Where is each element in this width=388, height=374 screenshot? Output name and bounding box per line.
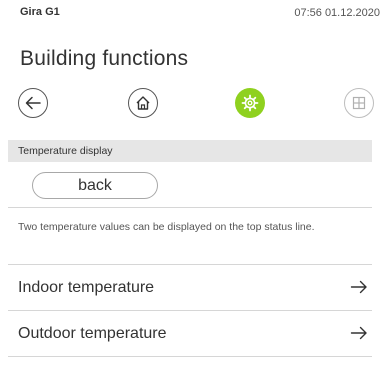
- status-time-date: 07:56 01.12.2020: [294, 7, 380, 19]
- arrow-left-icon: [25, 96, 41, 110]
- status-bar: Gira G1 07:56 01.12.2020: [8, 0, 380, 28]
- nav-grid-button[interactable]: [344, 88, 374, 118]
- gear-icon: [241, 94, 259, 112]
- grid-icon: [352, 96, 366, 110]
- arrow-right-icon: [350, 326, 367, 340]
- app-screen: Gira G1 07:56 01.12.2020 Building functi…: [8, 0, 380, 374]
- back-button[interactable]: back: [32, 172, 158, 199]
- list-item-label: Outdoor temperature: [18, 325, 167, 342]
- device-name: Gira G1: [20, 6, 60, 18]
- list-item-label: Indoor temperature: [18, 279, 155, 296]
- list-item-indoor-temperature[interactable]: Indoor temperature: [8, 264, 372, 310]
- section-title: Temperature display: [18, 145, 113, 157]
- arrow-right-icon: [350, 280, 367, 294]
- list-divider: [8, 356, 372, 357]
- nav-home-button[interactable]: [128, 88, 158, 118]
- description-text: Two temperature values can be displayed …: [18, 221, 315, 233]
- navigation-bar: [8, 88, 380, 128]
- section-header: Temperature display: [8, 140, 372, 162]
- home-icon: [136, 96, 150, 110]
- nav-settings-button[interactable]: [235, 88, 265, 118]
- back-row: back: [8, 162, 372, 208]
- nav-back-button[interactable]: [18, 88, 48, 118]
- page-title: Building functions: [20, 47, 189, 70]
- list-item-outdoor-temperature[interactable]: Outdoor temperature: [8, 310, 372, 356]
